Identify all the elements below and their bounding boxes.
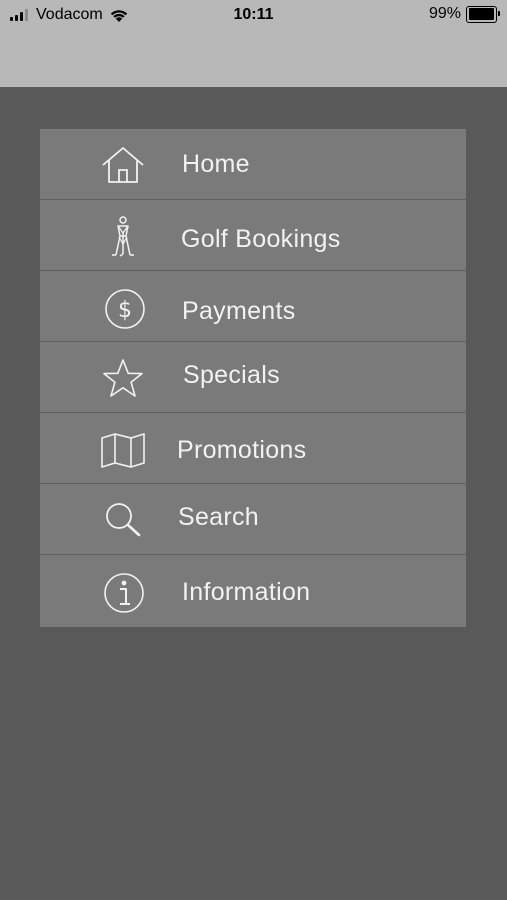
golfer-icon xyxy=(112,216,134,257)
status-bar: Vodacom 10:11 99% xyxy=(0,0,507,32)
menu-label-golf-bookings: Golf Bookings xyxy=(181,225,341,253)
menu-label-promotions: Promotions xyxy=(177,436,307,464)
battery-icon xyxy=(466,5,500,23)
info-icon xyxy=(104,573,144,613)
menu-item-search[interactable]: Search xyxy=(40,484,466,555)
dollar-circle-icon: $ xyxy=(105,289,145,329)
main-menu: Home Golf Bookings $ Payments Specials P xyxy=(40,129,466,627)
menu-item-home[interactable]: Home xyxy=(40,129,466,200)
menu-item-specials[interactable]: Specials xyxy=(40,342,466,413)
map-icon xyxy=(101,433,145,468)
home-icon xyxy=(102,147,144,183)
svg-text:$: $ xyxy=(118,298,132,323)
battery-percent: 99% xyxy=(428,5,461,22)
menu-item-payments[interactable]: $ Payments xyxy=(40,271,466,342)
menu-label-specials: Specials xyxy=(183,361,280,389)
menu-item-information[interactable]: Information xyxy=(40,555,466,627)
menu-item-promotions[interactable]: Promotions xyxy=(40,413,466,484)
menu-label-home: Home xyxy=(182,150,250,178)
menu-item-golf-bookings[interactable]: Golf Bookings xyxy=(40,200,466,271)
battery-fill xyxy=(468,8,495,20)
menu-label-search: Search xyxy=(178,503,260,531)
search-icon xyxy=(106,503,141,537)
menu-label-payments: Payments xyxy=(182,297,296,325)
status-right: 99% xyxy=(428,5,500,23)
top-bar: Vodacom 10:11 99% xyxy=(0,0,507,87)
star-icon xyxy=(103,359,143,397)
menu-label-information: Information xyxy=(182,578,311,606)
